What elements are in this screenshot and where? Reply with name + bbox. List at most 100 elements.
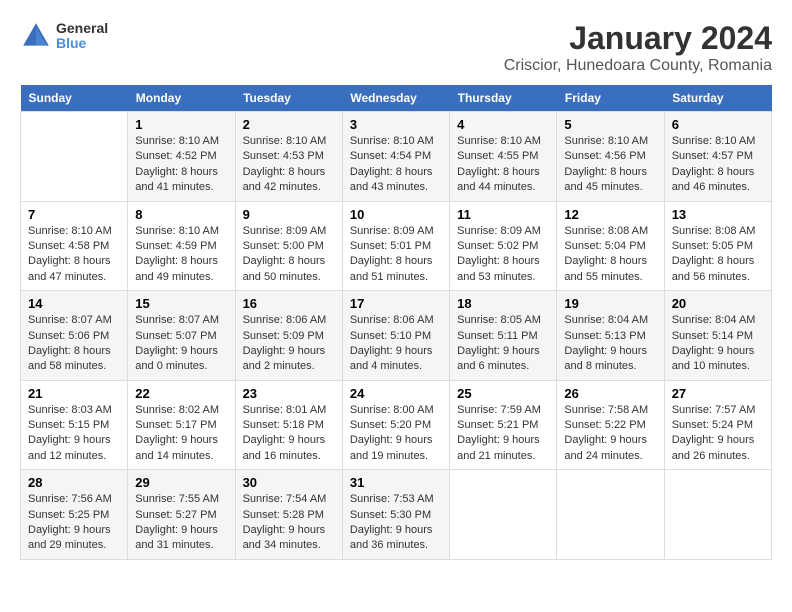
header-friday: Friday — [557, 85, 664, 112]
header-monday: Monday — [128, 85, 235, 112]
header-sunday: Sunday — [21, 85, 128, 112]
day-cell: 21 Sunrise: 8:03 AMSunset: 5:15 PMDayligh… — [21, 380, 128, 470]
week-row-4: 21 Sunrise: 8:03 AMSunset: 5:15 PMDayligh… — [21, 380, 772, 470]
day-info: Sunrise: 8:10 AMSunset: 4:56 PMDaylight:… — [564, 134, 656, 196]
week-row-5: 28Sunrise: 7:56 AMSunset: 5:25 PMDayligh… — [21, 470, 772, 560]
day-info: Sunrise: 8:09 AMSunset: 5:01 PMDaylight:… — [350, 224, 442, 286]
page-container: General Blue January 2024 Criscior, Hune… — [20, 20, 772, 560]
day-info: Sunrise: 7:59 AMSunset: 5:21 PMDaylight:… — [457, 403, 549, 465]
day-number: 25 — [457, 386, 549, 401]
day-number: 23 — [243, 386, 335, 401]
day-number: 28 — [28, 475, 120, 490]
day-cell: 18 Sunrise: 8:05 AMSunset: 5:11 PMDayligh… — [450, 291, 557, 381]
header-saturday: Saturday — [664, 85, 771, 112]
day-cell: 19 Sunrise: 8:04 AMSunset: 5:13 PMDayligh… — [557, 291, 664, 381]
day-number: 24 — [350, 386, 442, 401]
day-cell: 5Sunrise: 8:10 AMSunset: 4:56 PMDaylight… — [557, 112, 664, 202]
day-number: 11 — [457, 207, 549, 222]
day-cell: 7Sunrise: 8:10 AMSunset: 4:58 PMDaylight… — [21, 201, 128, 291]
day-info: Sunrise: 8:04 AMSunset: 5:14 PMDaylight:… — [672, 313, 764, 375]
day-cell: 23 Sunrise: 8:01 AMSunset: 5:18 PMDayligh… — [235, 380, 342, 470]
logo: General Blue — [20, 20, 108, 52]
day-cell: 29 Sunrise: 7:55 AMSunset: 5:27 PMDayligh… — [128, 470, 235, 560]
day-info: Sunrise: 8:03 AMSunset: 5:15 PMDaylight:… — [28, 403, 120, 465]
day-info: Sunrise: 7:54 AMSunset: 5:28 PMDaylight:… — [243, 492, 335, 554]
day-cell: 26Sunrise: 7:58 AMSunset: 5:22 PMDayligh… — [557, 380, 664, 470]
calendar-table: Sunday Monday Tuesday Wednesday Thursday… — [20, 85, 772, 560]
day-number: 19 — [564, 296, 656, 311]
day-info: Sunrise: 8:10 AMSunset: 4:57 PMDaylight:… — [672, 134, 764, 196]
day-cell: 30 Sunrise: 7:54 AMSunset: 5:28 PMDayligh… — [235, 470, 342, 560]
logo-line1: General — [56, 21, 108, 36]
day-cell: 22Sunrise: 8:02 AMSunset: 5:17 PMDayligh… — [128, 380, 235, 470]
day-number: 20 — [672, 296, 764, 311]
day-info: Sunrise: 8:04 AMSunset: 5:13 PMDaylight:… — [564, 313, 656, 375]
day-cell: 8Sunrise: 8:10 AMSunset: 4:59 PMDaylight… — [128, 201, 235, 291]
day-cell: 31 Sunrise: 7:53 AMSunset: 5:30 PMDayligh… — [342, 470, 449, 560]
day-cell: 2 Sunrise: 8:10 AMSunset: 4:53 PMDaylight… — [235, 112, 342, 202]
header-tuesday: Tuesday — [235, 85, 342, 112]
day-cell: 24Sunrise: 8:00 AMSunset: 5:20 PMDayligh… — [342, 380, 449, 470]
day-info: Sunrise: 8:10 AMSunset: 4:55 PMDaylight:… — [457, 134, 549, 196]
day-info: Sunrise: 8:10 AMSunset: 4:53 PMDaylight:… — [243, 134, 335, 196]
calendar-title: January 2024 — [504, 20, 772, 57]
header-wednesday: Wednesday — [342, 85, 449, 112]
logo-line2: Blue — [56, 36, 108, 51]
day-number: 29 — [135, 475, 227, 490]
day-cell — [557, 470, 664, 560]
day-cell: 9Sunrise: 8:09 AMSunset: 5:00 PMDaylight… — [235, 201, 342, 291]
day-number: 31 — [350, 475, 442, 490]
day-info: Sunrise: 8:10 AMSunset: 4:54 PMDaylight:… — [350, 134, 442, 196]
day-cell: 1 Sunrise: 8:10 AMSunset: 4:52 PMDaylight… — [128, 112, 235, 202]
logo-icon — [20, 20, 52, 52]
day-number: 1 — [135, 117, 227, 132]
day-info: Sunrise: 7:53 AMSunset: 5:30 PMDaylight:… — [350, 492, 442, 554]
day-info: Sunrise: 7:57 AMSunset: 5:24 PMDaylight:… — [672, 403, 764, 465]
day-cell: 14 Sunrise: 8:07 AMSunset: 5:06 PMDayligh… — [21, 291, 128, 381]
day-cell — [450, 470, 557, 560]
day-info: Sunrise: 8:07 AMSunset: 5:07 PMDaylight:… — [135, 313, 227, 375]
day-info: Sunrise: 8:10 AMSunset: 4:52 PMDaylight:… — [135, 134, 227, 196]
title-area: January 2024 Criscior, Hunedoara County,… — [504, 20, 772, 75]
day-info: Sunrise: 7:55 AMSunset: 5:27 PMDaylight:… — [135, 492, 227, 554]
day-number: 26 — [564, 386, 656, 401]
day-info: Sunrise: 8:06 AMSunset: 5:10 PMDaylight:… — [350, 313, 442, 375]
day-number: 21 — [28, 386, 120, 401]
day-cell: 17 Sunrise: 8:06 AMSunset: 5:10 PMDayligh… — [342, 291, 449, 381]
day-number: 17 — [350, 296, 442, 311]
day-cell: 16 Sunrise: 8:06 AMSunset: 5:09 PMDayligh… — [235, 291, 342, 381]
day-number: 13 — [672, 207, 764, 222]
day-number: 10 — [350, 207, 442, 222]
day-number: 16 — [243, 296, 335, 311]
day-cell: 25 Sunrise: 7:59 AMSunset: 5:21 PMDayligh… — [450, 380, 557, 470]
day-cell — [21, 112, 128, 202]
day-info: Sunrise: 8:01 AMSunset: 5:18 PMDaylight:… — [243, 403, 335, 465]
day-cell: 12Sunrise: 8:08 AMSunset: 5:04 PMDayligh… — [557, 201, 664, 291]
day-number: 2 — [243, 117, 335, 132]
header-thursday: Thursday — [450, 85, 557, 112]
day-cell: 11 Sunrise: 8:09 AMSunset: 5:02 PMDayligh… — [450, 201, 557, 291]
day-cell: 6 Sunrise: 8:10 AMSunset: 4:57 PMDaylight… — [664, 112, 771, 202]
day-number: 3 — [350, 117, 442, 132]
day-info: Sunrise: 8:06 AMSunset: 5:09 PMDaylight:… — [243, 313, 335, 375]
week-row-1: 1 Sunrise: 8:10 AMSunset: 4:52 PMDaylight… — [21, 112, 772, 202]
day-number: 30 — [243, 475, 335, 490]
week-row-2: 7Sunrise: 8:10 AMSunset: 4:58 PMDaylight… — [21, 201, 772, 291]
day-info: Sunrise: 8:08 AMSunset: 5:04 PMDaylight:… — [564, 224, 656, 286]
day-cell: 27Sunrise: 7:57 AMSunset: 5:24 PMDayligh… — [664, 380, 771, 470]
day-info: Sunrise: 8:09 AMSunset: 5:02 PMDaylight:… — [457, 224, 549, 286]
header-row: Sunday Monday Tuesday Wednesday Thursday… — [21, 85, 772, 112]
day-info: Sunrise: 8:07 AMSunset: 5:06 PMDaylight:… — [28, 313, 120, 375]
day-cell — [664, 470, 771, 560]
day-cell: 28Sunrise: 7:56 AMSunset: 5:25 PMDayligh… — [21, 470, 128, 560]
day-number: 4 — [457, 117, 549, 132]
day-number: 14 — [28, 296, 120, 311]
day-number: 6 — [672, 117, 764, 132]
day-info: Sunrise: 8:02 AMSunset: 5:17 PMDaylight:… — [135, 403, 227, 465]
day-cell: 13 Sunrise: 8:08 AMSunset: 5:05 PMDayligh… — [664, 201, 771, 291]
day-info: Sunrise: 8:05 AMSunset: 5:11 PMDaylight:… — [457, 313, 549, 375]
day-number: 18 — [457, 296, 549, 311]
day-number: 8 — [135, 207, 227, 222]
day-number: 7 — [28, 207, 120, 222]
day-info: Sunrise: 8:08 AMSunset: 5:05 PMDaylight:… — [672, 224, 764, 286]
